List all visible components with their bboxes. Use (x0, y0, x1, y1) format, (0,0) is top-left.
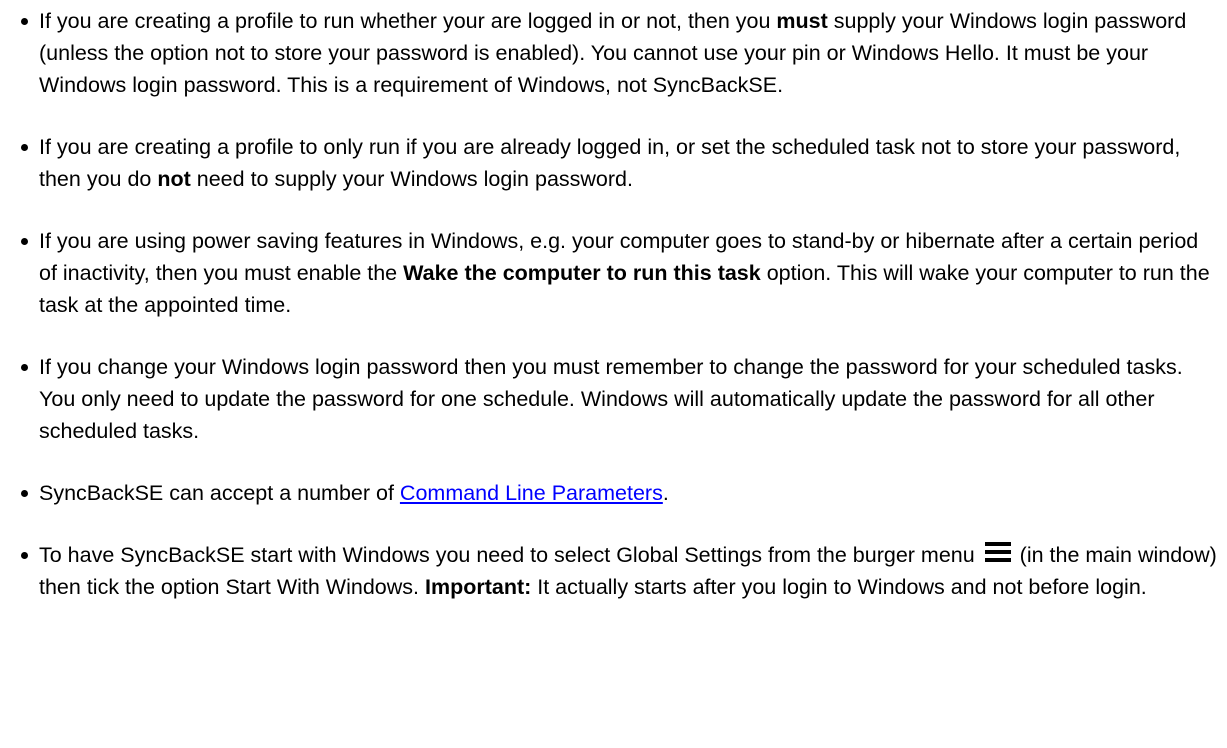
bullet-list: If you are creating a profile to run whe… (0, 5, 1227, 603)
bullet-icon (21, 144, 28, 151)
item-text: need to supply your Windows login passwo… (190, 167, 633, 191)
bullet-icon (21, 364, 28, 371)
emphasis-text: not (157, 167, 191, 191)
bullet-icon (21, 18, 28, 25)
item-text: . (662, 481, 669, 505)
emphasis-text: Important: (424, 575, 532, 599)
emphasis-text: Wake the computer to run this task (403, 261, 761, 285)
burger-menu-icon (984, 540, 1011, 562)
list-item: If you change your Windows login passwor… (0, 351, 1219, 447)
bullet-icon (21, 238, 28, 245)
bullet-icon (21, 490, 28, 497)
bullet-icon (21, 552, 28, 559)
list-item: To have SyncBackSE start with Windows yo… (0, 539, 1219, 603)
list-item: If you are creating a profile to run whe… (0, 5, 1219, 101)
emphasis-text: must (776, 9, 828, 33)
list-item: SyncBackSE can accept a number of Comman… (0, 477, 1219, 509)
item-text: It actually starts after you login to Wi… (531, 575, 1147, 599)
item-text: To have SyncBackSE start with Windows yo… (39, 543, 981, 567)
item-text: SyncBackSE can accept a number of (39, 481, 400, 505)
command-line-parameters-link[interactable]: Command Line Parameters (400, 481, 663, 505)
list-item: If you are creating a profile to only ru… (0, 131, 1219, 195)
list-item: If you are using power saving features i… (0, 225, 1219, 321)
item-text: If you change your Windows login passwor… (39, 355, 1183, 443)
item-text: If you are creating a profile to run whe… (39, 9, 777, 33)
